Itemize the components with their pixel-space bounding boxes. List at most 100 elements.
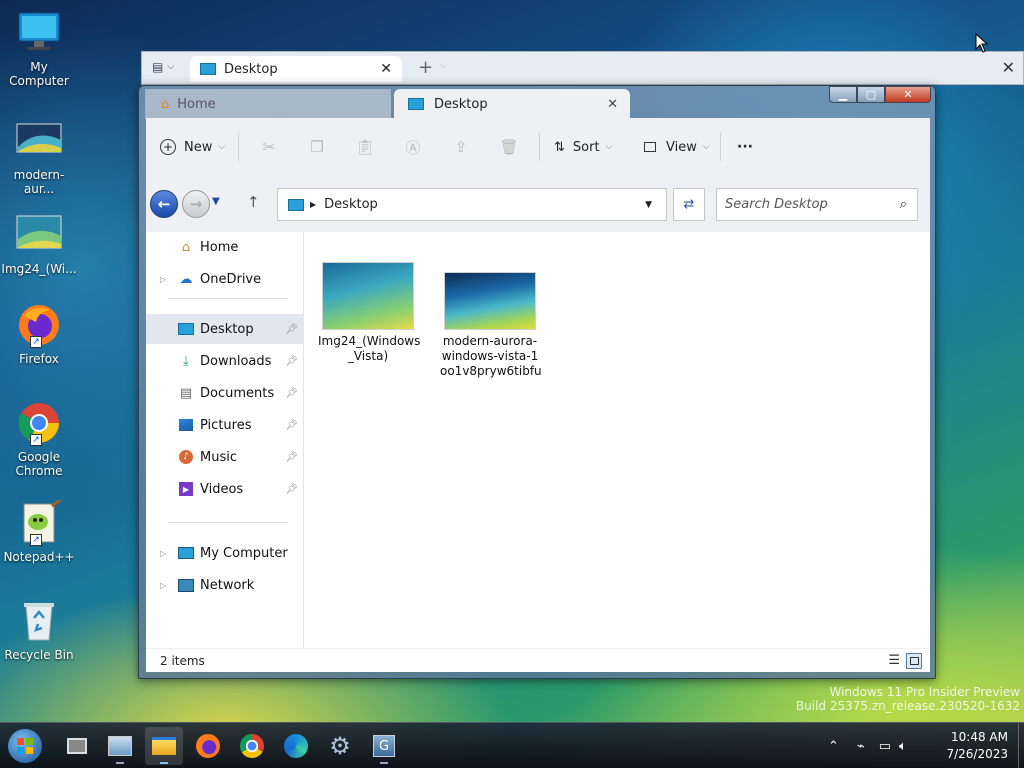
back-button[interactable]: ← (150, 190, 178, 218)
window-menu-button[interactable]: ▤ ⌵ (152, 60, 174, 74)
pin-icon[interactable]: 📌︎ (285, 356, 298, 367)
chevron-up-icon[interactable]: ⌃ (828, 739, 839, 754)
nav-item-videos[interactable]: ▶ Videos 📌︎ (146, 474, 304, 504)
home-icon: ⌂ (161, 96, 170, 112)
watermark-line2: Build 25375.zn_release.230520-1632 (795, 699, 1020, 713)
tab-desktop[interactable]: Desktop ✕ (394, 89, 630, 119)
chevron-down-icon: ⌵ (167, 62, 175, 72)
task-view-button[interactable] (58, 727, 96, 765)
sort-icon: ⇅ (554, 139, 565, 155)
nav-item-desktop[interactable]: Desktop 📌︎ (146, 314, 304, 344)
close-icon[interactable]: ✕ (380, 61, 392, 77)
desktop-icon-my-computer[interactable]: My Computer (0, 10, 78, 88)
refresh-button[interactable]: ⇄ (673, 188, 705, 221)
notepadpp-icon: ↗ (16, 498, 62, 546)
taskbar-edge[interactable] (277, 727, 315, 765)
nav-divider (168, 522, 288, 523)
system-tray: ⌃ ⌁ ▭ 🔈︎ (828, 723, 907, 768)
nav-divider (168, 298, 288, 299)
desktop-icon-label: My Computer (9, 60, 69, 88)
recent-locations-icon[interactable]: ▼ (212, 196, 220, 207)
document-icon: ▤ (179, 385, 193, 401)
desktop-icon-modern-aurora[interactable]: modern-aur... (0, 118, 78, 196)
clock[interactable]: 10:48 AM 7/26/2023 (946, 729, 1008, 763)
nav-item-my-computer[interactable]: ▷ My Computer (146, 538, 304, 568)
share-button[interactable]: ⇪ (437, 131, 485, 163)
folder-icon (152, 737, 176, 755)
taskbar-file-explorer[interactable] (145, 727, 183, 765)
taskbar-firefox[interactable] (189, 727, 227, 765)
pin-icon[interactable]: 📌︎ (285, 452, 298, 463)
nav-item-downloads[interactable]: ⤓ Downloads 📌︎ (146, 346, 304, 376)
desktop-icon-label: Img24_(Wi... (1, 262, 77, 276)
search-input[interactable]: Search Desktop ⌕ (716, 188, 918, 221)
new-button[interactable]: + New ⌵ (160, 131, 232, 163)
cut-button[interactable]: ✂ (245, 131, 293, 163)
taskbar-photos[interactable] (101, 727, 139, 765)
more-options-button[interactable]: ··· (727, 131, 763, 163)
taskbar-chrome[interactable] (233, 727, 271, 765)
file-item[interactable]: modern-aurora-windows-vista-1 oo1v8pryw6t… (440, 272, 542, 379)
plus-circle-icon: + (160, 139, 176, 155)
details-view-icon[interactable]: ☰ (888, 653, 900, 668)
file-name: Img24_(Windows _Vista) (318, 334, 421, 363)
nav-item-home[interactable]: ⌂ Home (146, 232, 304, 262)
view-icon (644, 142, 656, 152)
photos-icon (108, 736, 132, 756)
large-icons-view-icon[interactable] (906, 652, 922, 669)
forward-button[interactable]: → (182, 190, 210, 218)
desktop-icon-notepadpp[interactable]: ↗ Notepad++ (0, 498, 78, 564)
windows-orb-icon (8, 729, 42, 763)
file-item[interactable]: Img24_(Windows _Vista) (318, 262, 421, 364)
desktop-icon-google-chrome[interactable]: ↗ Google Chrome (0, 400, 78, 478)
chevron-right-icon[interactable]: ▷ (160, 549, 166, 558)
start-button[interactable] (6, 727, 44, 765)
maximize-button[interactable]: ▢ (857, 86, 885, 103)
nav-item-pictures[interactable]: Pictures 📌︎ (146, 410, 304, 440)
chevron-right-icon[interactable]: ▷ (160, 581, 166, 590)
minimize-button[interactable]: ▁ (829, 86, 857, 103)
nav-label: Videos (200, 481, 244, 497)
tab-home[interactable]: ⌂ Home (145, 89, 391, 119)
show-desktop-button[interactable] (1018, 723, 1022, 768)
close-button[interactable]: ✕ (885, 86, 931, 103)
pin-icon[interactable]: 📌︎ (285, 324, 298, 335)
paste-button[interactable]: 📋︎ (341, 131, 389, 163)
chevron-right-icon[interactable]: ▷ (160, 275, 166, 284)
nav-label: Music (200, 449, 237, 465)
new-tab-button[interactable]: + (418, 57, 433, 78)
pin-icon[interactable]: 📌︎ (285, 420, 298, 431)
view-button[interactable]: View ⌵ (630, 131, 714, 163)
view-label: View (666, 139, 697, 155)
up-arrow-icon[interactable]: ↑ (247, 193, 260, 211)
volume-icon[interactable]: 🔈︎ (899, 739, 907, 754)
content-area: ⌂ Home ▷ ☁ OneDrive Desktop 📌︎ ⤓ Downloa… (146, 232, 930, 648)
pin-icon[interactable]: 📌︎ (285, 484, 298, 495)
outer-tab-desktop[interactable]: Desktop ✕ (190, 56, 402, 82)
delete-button[interactable]: 🗑︎ (485, 131, 533, 163)
pin-icon[interactable]: 📌︎ (285, 388, 298, 399)
display-icon[interactable]: ▭ (879, 739, 891, 754)
chevron-down-icon: ⌵ (605, 142, 613, 152)
address-input[interactable]: ▶ Desktop ▼ (277, 188, 667, 221)
close-icon[interactable]: ✕ (607, 97, 618, 112)
taskbar-settings[interactable]: ⚙ (321, 727, 359, 765)
close-window-icon[interactable]: ✕ (1002, 58, 1015, 77)
copy-button[interactable]: ❐ (293, 131, 341, 163)
sort-label: Sort (572, 139, 600, 155)
network-offline-icon[interactable]: ⌁ (857, 739, 865, 754)
desktop-icon-firefox[interactable]: ↗ Firefox (0, 302, 78, 366)
nav-item-documents[interactable]: ▤ Documents 📌︎ (146, 378, 304, 408)
folder-desktop-icon (288, 198, 304, 211)
chevron-down-icon[interactable]: ⌵ (440, 61, 447, 71)
dropdown-arrow-icon[interactable]: ▼ (645, 200, 652, 210)
rename-button[interactable]: Ⓐ (389, 131, 437, 163)
nav-item-music[interactable]: ♪ Music 📌︎ (146, 442, 304, 472)
toolbar-divider (539, 133, 540, 161)
sort-button[interactable]: ⇅ Sort ⌵ (546, 131, 630, 163)
desktop-icon-recycle-bin[interactable]: Recycle Bin (0, 598, 78, 662)
nav-item-onedrive[interactable]: ▷ ☁ OneDrive (146, 264, 304, 294)
nav-item-network[interactable]: ▷ Network (146, 570, 304, 600)
desktop-icon-img24[interactable]: Img24_(Wi... (0, 212, 78, 276)
taskbar-app[interactable]: G (365, 727, 403, 765)
